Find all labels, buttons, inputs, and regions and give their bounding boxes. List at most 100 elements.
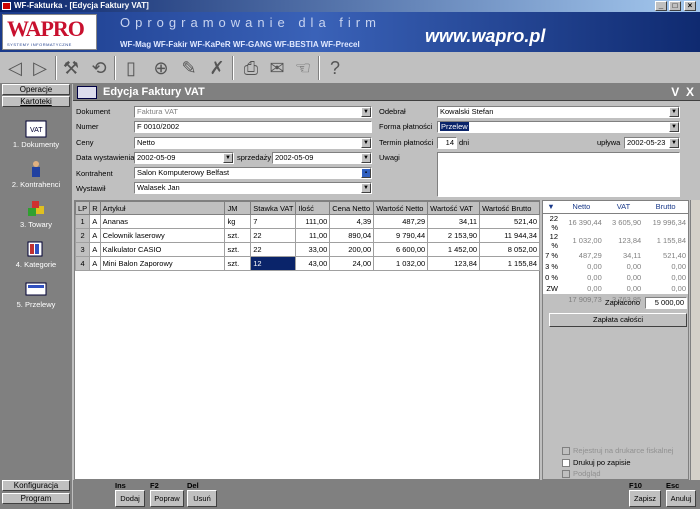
usun-button[interactable]: Usuń: [187, 490, 217, 507]
uwagi-textarea[interactable]: [437, 152, 680, 197]
edit-document-icon[interactable]: ✎: [176, 55, 202, 81]
uplywa-input[interactable]: 2002-05-23 ▼: [624, 137, 680, 149]
sidebar-operacje[interactable]: Operacje: [2, 84, 70, 95]
dni-label: dni: [459, 138, 470, 147]
zaplacono-input[interactable]: 5 000,00: [645, 297, 687, 309]
close-button[interactable]: ×: [684, 1, 696, 11]
sidebar-kartoteki[interactable]: Kartoteki: [2, 96, 70, 107]
drukuj-po-zapisie-checkbox[interactable]: Drukuj po zapisie: [562, 458, 692, 468]
kontrahent-label: Kontrahent: [76, 169, 113, 178]
dodaj-key: Ins: [115, 481, 126, 490]
vat-row: ZW 0,00 0,00 0,00: [543, 282, 688, 294]
new-document-icon[interactable]: ⊕: [148, 55, 174, 81]
table-header-row: LP R Artykuł JM Stawka VAT Ilość Cena Ne…: [74, 201, 540, 215]
delete-document-icon[interactable]: ✗: [204, 55, 230, 81]
stawka-vat-active-cell: 12: [250, 256, 297, 271]
sidebar: Operacje Kartoteki VAT 1. Dokumenty 2. K…: [0, 84, 72, 509]
ceny-label: Ceny: [76, 138, 94, 147]
maximize-button[interactable]: □: [669, 1, 681, 11]
accept-button[interactable]: V: [671, 85, 679, 99]
col-jm[interactable]: JM: [224, 201, 252, 215]
dodaj-button[interactable]: Dodaj: [115, 490, 145, 507]
sidebar-item-kategorie[interactable]: 4. Kategorie: [0, 240, 72, 269]
sidebar-item-dokumenty[interactable]: VAT 1. Dokumenty: [0, 120, 72, 149]
zaplata-calosci-button[interactable]: Zapłata całości: [549, 313, 687, 327]
odebral-select[interactable]: Kowalski Stefan ▼: [437, 106, 680, 118]
slogan: Oprogramowanie dla firm: [120, 15, 381, 30]
table-row[interactable]: 4 A Mini Balon Zaporowy szt. 12 43,00 24,00 1 0…: [74, 256, 540, 271]
sidebar-item-towary[interactable]: 3. Towary: [0, 200, 72, 229]
sort-triangle-icon[interactable]: ▼: [543, 201, 559, 214]
bank-transfer-icon: [25, 282, 47, 296]
table-row[interactable]: 3 A Kalkulator CASIO szt. 22 33,00 200,00 6 600…: [74, 242, 540, 257]
chevron-down-icon: ▼: [361, 138, 371, 148]
termin-input[interactable]: 14: [437, 137, 457, 149]
document-icon[interactable]: ▯: [118, 55, 144, 81]
kontrahent-input[interactable]: Salon Komputerowy Belfast ▪: [134, 167, 372, 179]
col-ilosc[interactable]: Ilość: [295, 201, 331, 215]
table-row[interactable]: 1 A Ananas kg 7 111,00 4,39 487,29 34,11 521,40: [74, 214, 540, 229]
wapro-logo: WAPRO SYSTEMY INFORMATYCZNE: [2, 14, 97, 50]
forward-arrow-icon[interactable]: ▷: [27, 55, 53, 81]
tools-icon[interactable]: ⚒: [58, 55, 84, 81]
sidebar-item-kontrahenci[interactable]: 2. Kontrahenci: [0, 160, 72, 189]
vat-row: 0 % 0,00 0,00 0,00: [543, 271, 688, 283]
popraw-button[interactable]: Popraw: [150, 490, 184, 507]
chevron-down-icon: ▼: [669, 107, 679, 117]
podglad-checkbox[interactable]: Podgląd: [562, 469, 692, 479]
col-wartosc-brutto[interactable]: Wartość Brutto: [479, 201, 540, 215]
vat-scrollbar[interactable]: [690, 200, 700, 480]
numer-label: Numer: [76, 122, 99, 131]
hand-icon[interactable]: ☜: [290, 55, 316, 81]
page-title: Edycja Faktury VAT: [103, 86, 205, 98]
print-icon[interactable]: ⎙: [238, 55, 264, 81]
col-cena-netto[interactable]: Cena Netto: [329, 201, 375, 215]
table-row[interactable]: 2 A Celownik laserowy szt. 22 11,00 890,04 9 79…: [74, 228, 540, 243]
vat-row: 3 % 0,00 0,00 0,00: [543, 260, 688, 272]
chevron-down-icon: ▼: [361, 183, 371, 193]
sprzedazy-label: sprzedaży: [237, 153, 272, 162]
fiskalna-checkbox[interactable]: Rejestruj na drukarce fiskalnej: [562, 446, 692, 456]
vat-document-icon: VAT: [25, 120, 47, 138]
invoice-form: Dokument Faktura VAT ▼ Numer F 0010/2002 …: [73, 102, 700, 198]
toolbar: ◁ ▷ ⚒ ⟲ ▯ ⊕ ✎ ✗ ⎙ ✉ ☜ ?: [0, 52, 700, 84]
col-wartosc-vat[interactable]: Wartość VAT: [427, 201, 481, 215]
vat-row: 7 % 487,29 34,11 521,40: [543, 249, 688, 261]
back-arrow-icon[interactable]: ◁: [2, 55, 28, 81]
lookup-icon: ▪: [361, 168, 371, 178]
forma-platnosci-label: Forma płatności: [379, 122, 433, 131]
refresh-icon[interactable]: ⟲: [86, 55, 112, 81]
minimize-button[interactable]: _: [655, 1, 667, 11]
col-lp[interactable]: LP: [74, 201, 91, 215]
col-stawka[interactable]: Stawka VAT: [250, 201, 297, 215]
sidebar-konfiguracja[interactable]: Konfiguracja: [2, 480, 70, 491]
numer-input[interactable]: F 0010/2002: [134, 121, 372, 133]
col-artykul[interactable]: Artykuł: [99, 201, 226, 215]
popraw-key: F2: [150, 481, 159, 490]
col-wartosc-netto[interactable]: Wartość Netto: [373, 201, 429, 215]
dokument-select[interactable]: Faktura VAT ▼: [134, 106, 372, 118]
footer-bar: Ins Dodaj F2 Popraw Del Usuń F10 Zapisz …: [73, 480, 700, 509]
stamp-icon[interactable]: ✉: [264, 55, 290, 81]
vat-summary: ▼ Netto VAT Brutto 22 % 16 390,44 3 605,90…: [542, 200, 689, 480]
ceny-select[interactable]: Netto ▼: [134, 137, 372, 149]
usun-key: Del: [187, 481, 199, 490]
vat-row: 12 % 1 032,00 123,84 1 155,84: [543, 231, 688, 250]
sidebar-item-przelewy[interactable]: 5. Przelewy: [0, 280, 72, 309]
help-icon[interactable]: ?: [322, 55, 348, 81]
dokument-label: Dokument: [76, 107, 111, 116]
data-wystawienia-input[interactable]: 2002-05-09 ▼: [134, 152, 234, 164]
data-sprzedazy-input[interactable]: 2002-05-09 ▼: [272, 152, 372, 164]
wystawil-select[interactable]: Walasek Jan ▼: [134, 182, 372, 194]
forma-platnosci-select[interactable]: Przelew ▼: [437, 121, 680, 133]
vat-col-netto: Netto: [559, 201, 604, 214]
chevron-down-icon: ▼: [669, 122, 679, 132]
zapisz-button[interactable]: Zapisz: [629, 490, 661, 507]
termin-platnosci-label: Termin płatności: [379, 138, 434, 147]
sidebar-program[interactable]: Program: [2, 493, 70, 504]
header-controls: V X: [671, 84, 694, 101]
vat-col-brutto: Brutto: [643, 201, 688, 214]
anuluj-button[interactable]: Anuluj: [666, 490, 696, 507]
col-r[interactable]: R: [89, 201, 101, 215]
cancel-button[interactable]: X: [686, 85, 694, 99]
